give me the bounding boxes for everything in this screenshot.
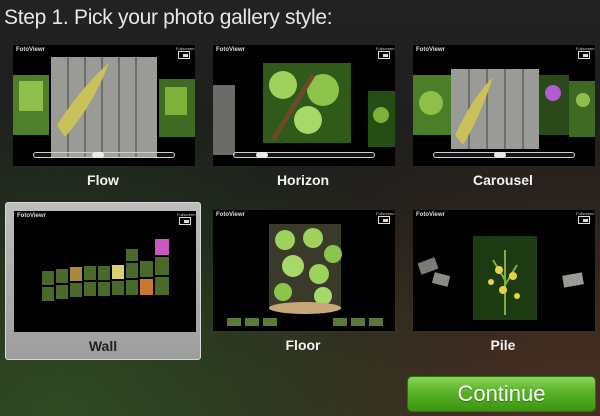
continue-button[interactable]: Continue xyxy=(407,376,596,412)
horizon-preview: FotoViewr Fullscreen xyxy=(213,45,395,166)
floor-preview-image xyxy=(227,224,383,326)
flow-preview: FotoViewr Fullscreen xyxy=(13,45,195,166)
carousel-preview-image xyxy=(413,69,595,149)
brand-label: FotoViewr xyxy=(216,212,245,218)
brand-label: FotoViewr xyxy=(17,213,46,219)
preview-slider xyxy=(33,152,175,158)
brand-label: FotoViewr xyxy=(16,47,45,53)
fullscreen-icon: Fullscreen xyxy=(176,46,194,59)
floor-preview: FotoViewr Fullscreen xyxy=(213,210,395,331)
style-label-horizon: Horizon xyxy=(276,172,330,188)
fullscreen-icon: Fullscreen xyxy=(376,211,394,224)
style-option-wall[interactable]: FotoViewr Fullscreen Wall xyxy=(5,202,201,360)
style-label-wall: Wall xyxy=(88,338,118,354)
brand-label: FotoViewr xyxy=(416,47,445,53)
style-label-floor: Floor xyxy=(285,337,321,353)
fullscreen-icon: Fullscreen xyxy=(576,46,594,59)
style-label-pile: Pile xyxy=(490,337,516,353)
wall-preview-image xyxy=(42,239,169,301)
fullscreen-icon: Fullscreen xyxy=(376,46,394,59)
style-option-carousel[interactable]: FotoViewr Fullscreen Carousel xyxy=(405,37,600,195)
style-option-flow[interactable]: FotoViewr Fullscreen Flow xyxy=(5,37,201,195)
pile-preview-image xyxy=(417,236,584,320)
flow-preview-image xyxy=(13,57,195,157)
style-label-carousel: Carousel xyxy=(473,172,533,188)
style-option-pile[interactable]: FotoViewr Fullscreen Pile xyxy=(405,202,600,360)
style-label-flow: Flow xyxy=(87,172,119,188)
fullscreen-icon: Fullscreen xyxy=(177,212,195,225)
carousel-preview: FotoViewr Fullscreen xyxy=(413,45,595,166)
preview-slider xyxy=(233,152,375,158)
brand-label: FotoViewr xyxy=(216,47,245,53)
gallery-style-grid: FotoViewr Fullscreen Flow FotoViewr Full… xyxy=(0,0,600,416)
style-option-floor[interactable]: FotoViewr Fullscreen Floor xyxy=(205,202,401,360)
fullscreen-icon: Fullscreen xyxy=(576,211,594,224)
horizon-preview-image xyxy=(213,63,395,155)
brand-label: FotoViewr xyxy=(416,212,445,218)
pile-preview: FotoViewr Fullscreen xyxy=(413,210,595,331)
preview-slider xyxy=(433,152,575,158)
style-option-horizon[interactable]: FotoViewr Fullscreen Horizon xyxy=(205,37,401,195)
wall-preview: FotoViewr Fullscreen xyxy=(14,211,196,332)
